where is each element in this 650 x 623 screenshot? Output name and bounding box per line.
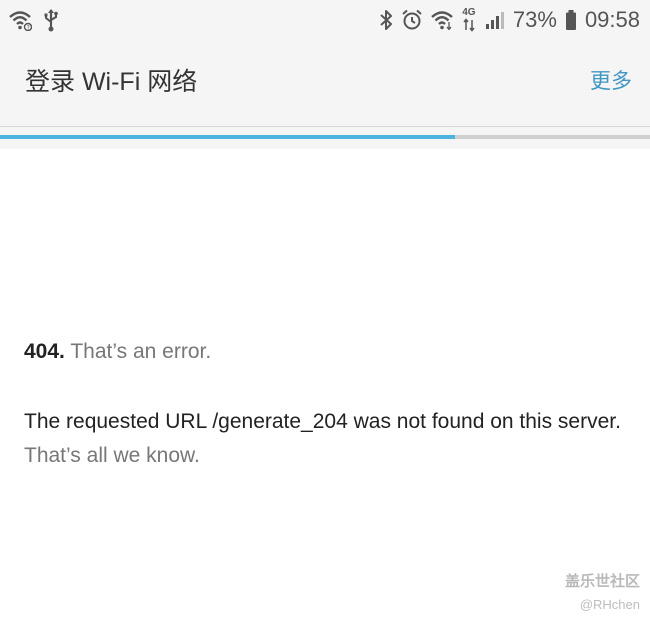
signal-icon bbox=[485, 10, 505, 30]
network-type-label: 4G bbox=[462, 7, 476, 18]
more-button[interactable]: 更多 bbox=[590, 66, 632, 98]
page-load-progress bbox=[0, 135, 650, 139]
alarm-icon bbox=[401, 9, 423, 31]
clock: 09:58 bbox=[584, 7, 640, 32]
screen: ? 4G 73% 09:58 登录 Wi-Fi 网络 更多 404. That’… bbox=[0, 0, 650, 623]
wifi-question-icon: ? bbox=[8, 9, 32, 31]
usb-icon bbox=[42, 8, 60, 32]
page-load-progress-fill bbox=[0, 135, 455, 139]
error-summary: That’s an error. bbox=[64, 340, 212, 363]
svg-text:?: ? bbox=[27, 25, 30, 32]
mobile-data-icon: 4G bbox=[461, 8, 477, 32]
error-message-main: The requested URL /generate_204 was not … bbox=[24, 410, 621, 433]
watermark-user: @RHchen bbox=[579, 597, 640, 612]
bluetooth-icon bbox=[379, 9, 393, 31]
wifi-icon bbox=[431, 10, 453, 30]
battery-icon bbox=[565, 9, 577, 31]
status-bar-left: ? bbox=[8, 8, 60, 32]
watermark-brand: 盖乐世社区 bbox=[564, 573, 640, 590]
watermark: 盖乐世社区 @RHchen bbox=[565, 572, 640, 614]
page-title: 登录 Wi-Fi 网络 bbox=[25, 68, 198, 96]
app-bar: 登录 Wi-Fi 网络 更多 bbox=[0, 40, 650, 127]
status-bar: ? 4G 73% 09:58 bbox=[0, 0, 650, 40]
web-content: 404. That’s an error. The requested URL … bbox=[0, 150, 650, 623]
error-heading: 404. That’s an error. bbox=[24, 337, 211, 367]
error-message: The requested URL /generate_204 was not … bbox=[24, 405, 624, 473]
error-message-tail: That’s all we know. bbox=[24, 444, 200, 467]
error-code: 404. bbox=[24, 340, 65, 363]
status-bar-right: 4G 73% 09:58 bbox=[379, 4, 640, 36]
battery-percent: 73% bbox=[512, 7, 557, 32]
